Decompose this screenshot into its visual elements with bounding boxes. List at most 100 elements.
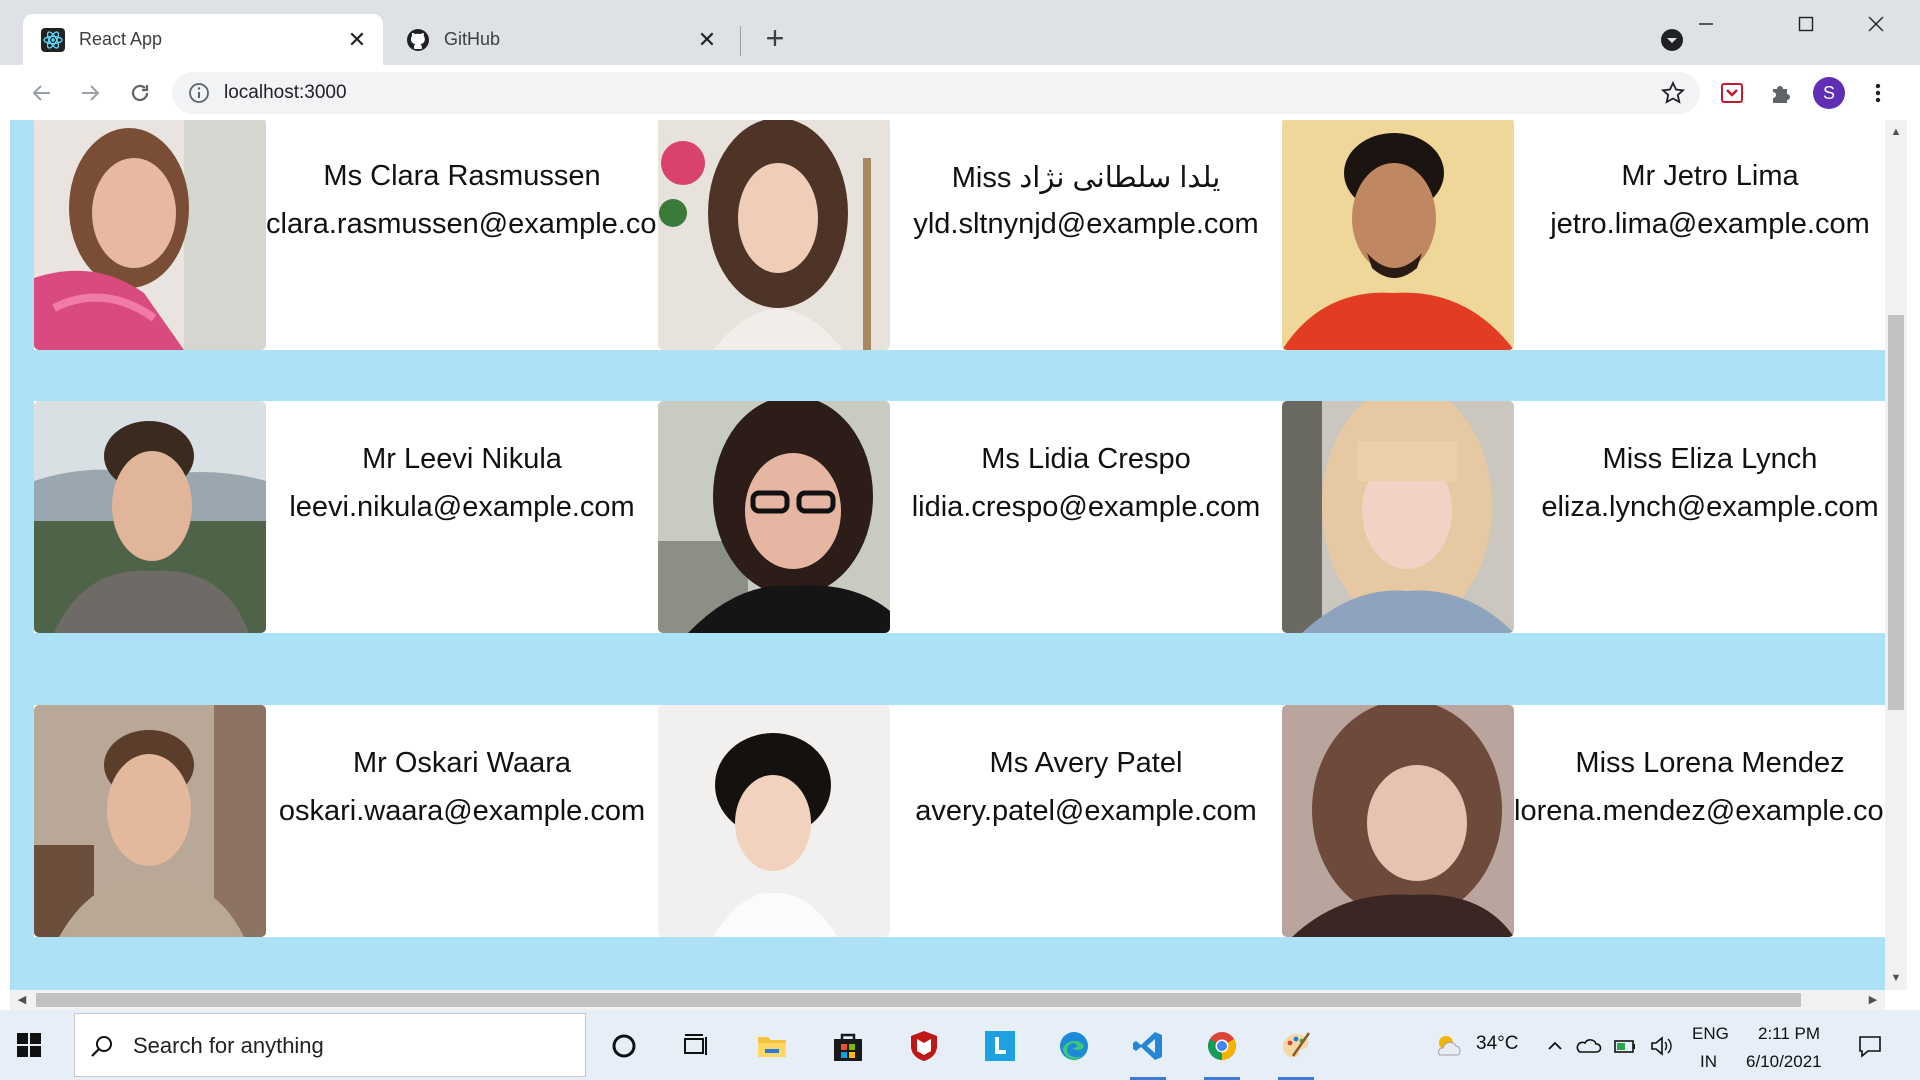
windows-start-icon[interactable] [16,1032,42,1058]
weather-icon[interactable] [1425,1022,1473,1070]
user-info: Ms Clara Rasmussen clara.rasmussen@examp… [266,120,658,350]
user-card[interactable]: Miss Lorena Mendez lorena.mendez@example… [1282,705,1885,937]
user-info: Ms Avery Patel avery.patel@example.com [890,705,1282,937]
user-name: Mr Jetro Lima [1621,160,1799,192]
tab-react-app[interactable]: React App ✕ [23,14,383,65]
user-email[interactable]: leevi.nikula@example.com [266,491,658,524]
scroll-right-icon[interactable]: ▶ [1863,990,1883,1010]
user-email[interactable]: lidia.crespo@example.com [890,491,1282,524]
user-card[interactable]: Ms Avery Patel avery.patel@example.com [658,705,1282,937]
back-arrow-icon[interactable] [24,75,60,111]
lens-app-icon[interactable] [976,1022,1024,1070]
site-info-icon[interactable] [186,80,212,106]
user-name: Mr Leevi Nikula [362,443,562,475]
user-card[interactable]: Ms Clara Rasmussen clara.rasmussen@examp… [34,120,658,350]
user-info: Mr Leevi Nikula leevi.nikula@example.com [266,401,658,633]
vscode-icon[interactable] [1124,1022,1172,1080]
mcafee-icon[interactable] [900,1022,948,1070]
weather-temperature[interactable]: 34°C [1476,1033,1518,1055]
user-photo [658,120,890,350]
user-photo [34,120,266,350]
scroll-up-icon[interactable]: ▲ [1885,122,1907,142]
user-card[interactable]: Mr Leevi Nikula leevi.nikula@example.com [34,401,658,633]
user-email[interactable]: avery.patel@example.com [890,795,1282,828]
user-row: Mr Oskari Waara oskari.waara@example.com… [34,705,1885,937]
user-info: Mr Oskari Waara oskari.waara@example.com [266,705,658,937]
scroll-left-icon[interactable]: ◀ [12,990,32,1010]
user-name: Ms Avery Patel [989,747,1183,779]
language-indicator[interactable]: ENG [1692,1024,1729,1044]
cortana-icon[interactable] [600,1022,648,1070]
user-card[interactable]: Miss Eliza Lynch eliza.lynch@example.com [1282,401,1885,633]
microsoft-store-icon[interactable] [824,1022,872,1070]
new-tab-button[interactable]: + [760,20,790,56]
scroll-down-icon[interactable]: ▼ [1885,968,1907,988]
horizontal-scrollbar[interactable]: ◀ ▶ [10,990,1885,1010]
close-tab-icon[interactable]: ✕ [695,27,719,52]
user-email[interactable]: lorena.mendez@example.com [1514,795,1885,828]
user-info: Miss Lorena Mendez lorena.mendez@example… [1514,705,1885,937]
user-card[interactable]: Ms Lidia Crespo lidia.crespo@example.com [658,401,1282,633]
user-info: Mr Jetro Lima jetro.lima@example.com [1514,120,1885,350]
maximize-icon[interactable] [1776,8,1836,40]
user-name: Miss Lorena Mendez [1575,747,1845,779]
user-card[interactable]: Miss یلدا سلطانی نژاد yld.sltnynjd@examp… [658,120,1282,350]
user-name: Ms Clara Rasmussen [323,160,601,192]
pocket-extension-icon[interactable] [1716,77,1748,109]
task-view-icon[interactable] [672,1022,720,1070]
tab-github[interactable]: GitHub ✕ [388,14,733,65]
more-menu-icon[interactable] [1862,77,1894,109]
clock-date[interactable]: 6/10/2021 [1746,1052,1822,1072]
edge-browser-icon[interactable] [1050,1022,1098,1070]
chrome-icon[interactable] [1198,1022,1246,1080]
user-photo [1282,705,1514,937]
user-email[interactable]: jetro.lima@example.com [1514,208,1885,241]
clock-time[interactable]: 2:11 PM [1758,1024,1820,1044]
user-email[interactable]: clara.rasmussen@example.com [266,208,658,241]
language-region[interactable]: IN [1700,1052,1717,1072]
user-email[interactable]: oskari.waara@example.com [266,795,658,828]
volume-icon[interactable] [1640,1022,1682,1070]
file-explorer-icon[interactable] [748,1022,796,1070]
tab-separator [740,26,741,56]
scroll-thumb[interactable] [1888,315,1904,710]
minimize-icon[interactable] [1676,8,1736,40]
user-photo [34,401,266,633]
notifications-icon[interactable] [1846,1022,1894,1070]
close-tab-icon[interactable]: ✕ [345,27,369,52]
forward-arrow-icon[interactable] [72,75,108,111]
profile-avatar[interactable]: S [1813,77,1845,109]
vertical-scrollbar[interactable]: ▲ ▼ [1885,120,1907,990]
search-placeholder: Search for anything [133,1033,324,1058]
user-card[interactable]: Mr Jetro Lima jetro.lima@example.com [1282,120,1885,350]
bookmark-star-icon[interactable] [1660,80,1686,106]
user-name: Miss یلدا سلطانی نژاد [951,162,1221,194]
user-photo [658,401,890,633]
react-icon [41,27,65,52]
user-info: Ms Lidia Crespo lidia.crespo@example.com [890,401,1282,633]
page-viewport[interactable]: Ms Clara Rasmussen clara.rasmussen@examp… [10,120,1885,990]
user-email[interactable]: eliza.lynch@example.com [1514,491,1885,524]
taskbar-search-input[interactable]: Search for anything [74,1013,586,1077]
address-text: localhost:3000 [224,82,347,103]
close-window-icon[interactable] [1846,8,1906,40]
user-name: Miss Eliza Lynch [1602,443,1818,475]
scroll-thumb[interactable] [36,993,1801,1007]
user-name: Ms Lidia Crespo [981,443,1191,475]
user-name: Mr Oskari Waara [352,747,572,779]
reload-icon[interactable] [122,75,158,111]
user-row: Mr Leevi Nikula leevi.nikula@example.com… [34,401,1885,633]
github-icon [406,28,430,52]
browser-tab-strip: React App ✕ GitHub ✕ + [0,0,1920,65]
user-photo [34,705,266,937]
windows-taskbar: Search for anything 34°C ENG IN 2:11 PM … [0,1010,1920,1080]
user-photo [1282,401,1514,633]
user-card[interactable]: Mr Oskari Waara oskari.waara@example.com [34,705,658,937]
extensions-puzzle-icon[interactable] [1765,77,1797,109]
tab-title: React App [79,29,163,49]
paint-icon[interactable] [1272,1022,1320,1080]
address-bar[interactable]: localhost:3000 [172,72,1700,114]
tab-title: GitHub [444,29,501,49]
user-email[interactable]: yld.sltnynjd@example.com [890,208,1282,241]
user-info: Miss Eliza Lynch eliza.lynch@example.com [1514,401,1885,633]
